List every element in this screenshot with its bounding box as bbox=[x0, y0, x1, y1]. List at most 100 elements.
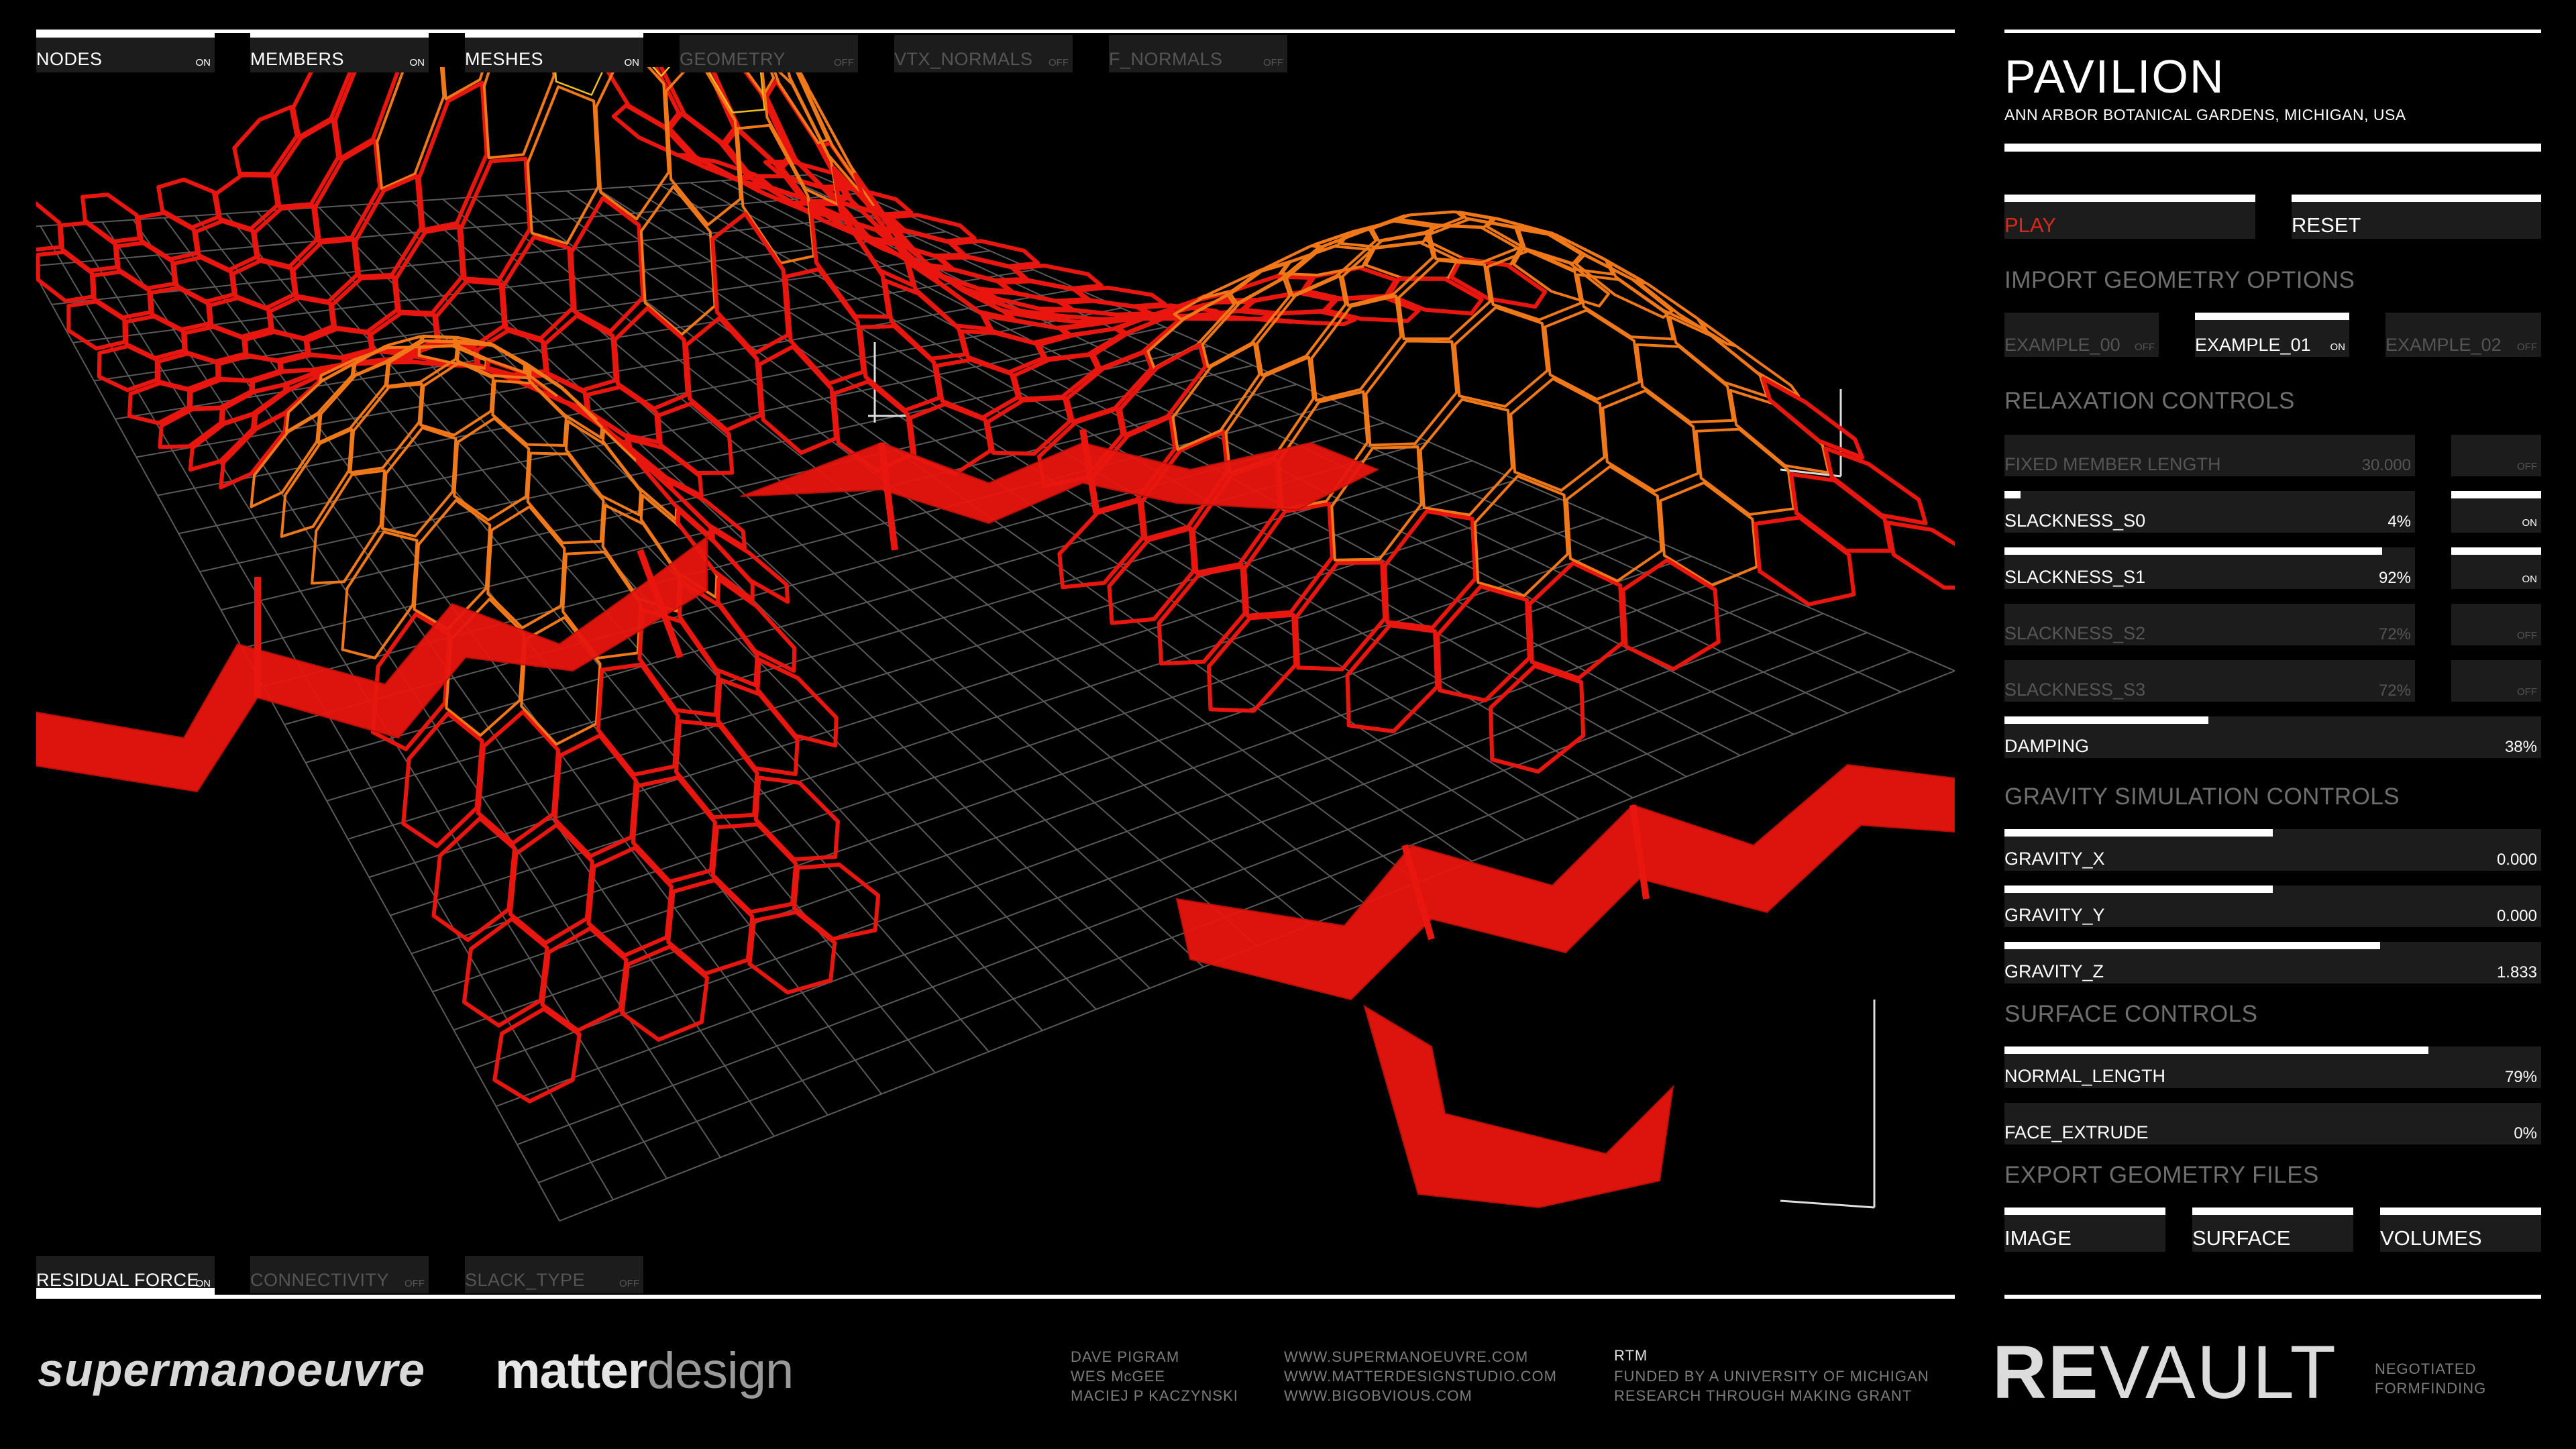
brand-light: VAULT bbox=[2099, 1330, 2337, 1414]
slider-fill bbox=[2004, 829, 2273, 837]
hex-cell bbox=[453, 417, 531, 522]
slider-gravity-z[interactable]: GRAVITY_Z 1.833 bbox=[2004, 942, 2541, 983]
hex-cell bbox=[1659, 481, 1758, 587]
hex-cell bbox=[1886, 521, 1955, 590]
option-label: EXAMPLE_02 bbox=[2385, 335, 2502, 355]
pavilion-mesh-render[interactable] bbox=[36, 67, 1955, 1261]
slider-gravity-y[interactable]: GRAVITY_Y 0.000 bbox=[2004, 885, 2541, 927]
reset-label: RESET bbox=[2292, 213, 2361, 237]
toggle-state: ON bbox=[409, 57, 425, 68]
export-volumes-button[interactable]: VOLUMES bbox=[2380, 1208, 2541, 1252]
rtm-funding-text: FUNDED BY A UNIVERSITY OF MICHIGAN RESEA… bbox=[1614, 1368, 1929, 1404]
brand-bold: RE bbox=[1992, 1330, 2100, 1414]
slider-face-extrude[interactable]: FACE_EXTRUDE 0% bbox=[2004, 1103, 2541, 1144]
toggle-connectivity[interactable]: CONNECTIVITY OFF bbox=[250, 1256, 429, 1293]
hex-cell bbox=[637, 608, 720, 717]
hex-cell bbox=[156, 177, 221, 229]
slider-fill bbox=[2004, 547, 2383, 555]
slider-fill bbox=[2004, 1046, 2428, 1054]
toggle-label: NODES bbox=[36, 49, 103, 69]
hex-cell bbox=[291, 67, 355, 140]
hex-cell bbox=[1601, 389, 1700, 493]
3d-viewport[interactable] bbox=[36, 67, 1955, 1261]
toggle-state: OFF bbox=[405, 1278, 425, 1289]
toggle-members[interactable]: MEMBERS ON bbox=[250, 31, 429, 72]
logo-text-light: design bbox=[647, 1342, 794, 1399]
extruded-footing bbox=[1363, 1004, 1674, 1209]
viewport-bottom-rule bbox=[36, 1295, 1955, 1299]
hex-cell bbox=[232, 105, 299, 176]
hex-cell bbox=[1729, 388, 1830, 474]
slider-value: 1.833 bbox=[2496, 963, 2537, 981]
slider-label: GRAVITY_X bbox=[2004, 849, 2105, 869]
slider-label: FIXED MEMBER LENGTH bbox=[2004, 454, 2221, 474]
hex-cell bbox=[353, 174, 423, 279]
slider-fill bbox=[2004, 885, 2273, 893]
toggle-slack-type[interactable]: SLACK_TYPE OFF bbox=[465, 1256, 643, 1293]
matterdesign-logo: matterdesign bbox=[495, 1342, 794, 1400]
hex-cell bbox=[1012, 352, 1099, 401]
toggle-state: OFF bbox=[2517, 461, 2537, 472]
toggle-slackness-s1[interactable]: ON bbox=[2451, 547, 2541, 589]
slider-label: SLACKNESS_S1 bbox=[2004, 567, 2146, 587]
hex-cell bbox=[172, 255, 236, 304]
example-02-option[interactable]: EXAMPLE_02 OFF bbox=[2385, 313, 2541, 357]
slider-slackness-s3[interactable]: SLACKNESS_S3 72% bbox=[2004, 660, 2415, 702]
toggle-meshes[interactable]: MESHES ON bbox=[465, 31, 643, 72]
toggle-slackness-s3[interactable]: OFF bbox=[2451, 660, 2541, 702]
toggle-label: F_NORMALS bbox=[1109, 49, 1223, 69]
export-label: VOLUMES bbox=[2380, 1226, 2482, 1250]
rtm-title: RTM bbox=[1614, 1347, 1648, 1364]
play-button[interactable]: PLAY bbox=[2004, 195, 2255, 239]
slider-normal-length[interactable]: NORMAL_LENGTH 79% bbox=[2004, 1046, 2541, 1088]
hex-cell bbox=[1157, 564, 1247, 665]
toggle-f-normals[interactable]: F_NORMALS OFF bbox=[1109, 35, 1287, 72]
example-01-option[interactable]: EXAMPLE_01 ON bbox=[2195, 313, 2349, 357]
hex-cell bbox=[123, 314, 186, 360]
hex-cell bbox=[1695, 427, 1795, 516]
toggle-vtx-normals[interactable]: VTX_NORMALS OFF bbox=[894, 35, 1073, 72]
hex-cell bbox=[715, 678, 800, 776]
export-surface-button[interactable]: SURFACE bbox=[2192, 1208, 2353, 1252]
hex-cell bbox=[482, 67, 555, 160]
hex-cell bbox=[1397, 259, 1492, 340]
toggle-state: OFF bbox=[834, 57, 854, 68]
example-00-option[interactable]: EXAMPLE_00 OFF bbox=[2004, 313, 2159, 357]
toggle-bar bbox=[2451, 547, 2541, 555]
toggle-bar bbox=[2451, 491, 2541, 498]
slider-label: NORMAL_LENGTH bbox=[2004, 1066, 2166, 1086]
project-title: PAVILION bbox=[2004, 50, 2225, 103]
team-credits: DAVE PIGRAM WES McGEE MACIEJ P KACZYNSKI bbox=[1071, 1348, 1238, 1404]
slider-slackness-s1[interactable]: SLACKNESS_S1 92% bbox=[2004, 547, 2415, 589]
slider-fixed-member-length[interactable]: FIXED MEMBER LENGTH 30.000 bbox=[2004, 435, 2415, 476]
slider-value: 0.000 bbox=[2496, 907, 2537, 925]
hex-cell bbox=[1621, 558, 1721, 672]
reset-button[interactable]: RESET bbox=[2292, 195, 2541, 239]
slider-damping[interactable]: DAMPING 38% bbox=[2004, 716, 2541, 758]
slider-label: SLACKNESS_S0 bbox=[2004, 511, 2146, 531]
slider-value: 0.000 bbox=[2496, 851, 2537, 869]
slider-label: SLACKNESS_S3 bbox=[2004, 680, 2146, 700]
toggle-fixed-member-length[interactable]: OFF bbox=[2451, 435, 2541, 476]
website-links: WWW.SUPERMANOEUVRE.COM WWW.MATTERDESIGNS… bbox=[1284, 1348, 1557, 1404]
hex-cell bbox=[158, 406, 224, 449]
toggle-geometry[interactable]: GEOMETRY OFF bbox=[680, 35, 858, 72]
toggle-state: OFF bbox=[1263, 57, 1283, 68]
toggle-label: MESHES bbox=[465, 49, 544, 69]
slider-label: GRAVITY_Z bbox=[2004, 961, 2104, 981]
hex-cell bbox=[1565, 465, 1663, 582]
toggle-label: CONNECTIVITY bbox=[250, 1270, 390, 1290]
toggle-slackness-s2[interactable]: OFF bbox=[2451, 604, 2541, 645]
slider-value: 79% bbox=[2504, 1068, 2537, 1086]
extruded-footing bbox=[740, 441, 1380, 525]
slider-slackness-s2[interactable]: SLACKNESS_S2 72% bbox=[2004, 604, 2415, 645]
toggle-nodes[interactable]: NODES ON bbox=[36, 31, 215, 72]
slider-value: 72% bbox=[2378, 682, 2411, 700]
hex-cell bbox=[1012, 263, 1104, 291]
bounding-box-edge bbox=[1780, 1199, 1875, 1209]
slider-slackness-s0[interactable]: SLACKNESS_S0 4% bbox=[2004, 491, 2415, 533]
export-image-button[interactable]: IMAGE bbox=[2004, 1208, 2165, 1252]
hex-cell bbox=[1761, 376, 1864, 460]
toggle-slackness-s0[interactable]: ON bbox=[2451, 491, 2541, 533]
slider-gravity-x[interactable]: GRAVITY_X 0.000 bbox=[2004, 829, 2541, 871]
